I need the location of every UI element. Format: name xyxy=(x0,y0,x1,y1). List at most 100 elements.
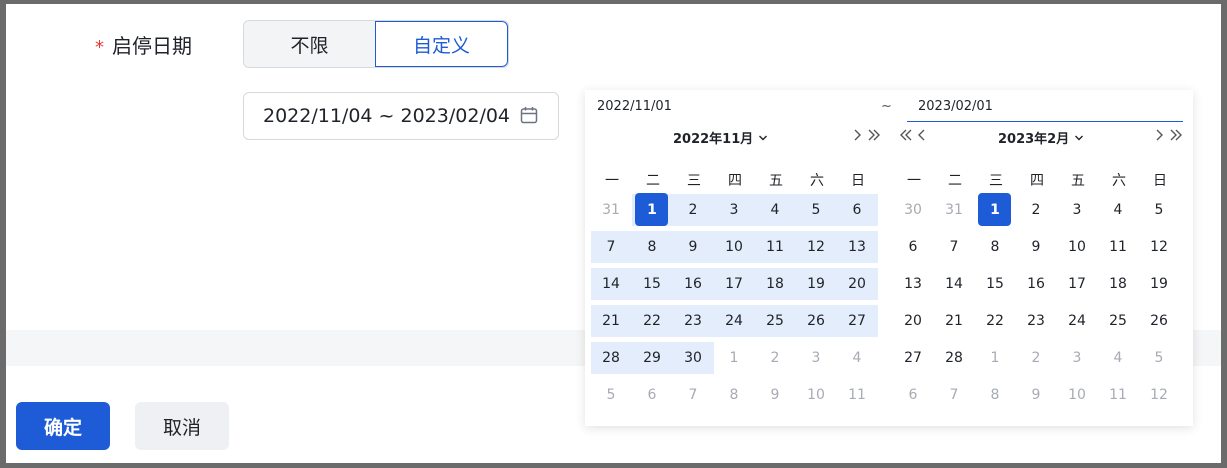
day-cell[interactable]: 6 xyxy=(635,379,669,411)
day-cell[interactable]: 2 xyxy=(1019,194,1053,226)
day-cell[interactable]: 25 xyxy=(758,305,792,337)
day-cell[interactable]: 11 xyxy=(1101,231,1135,263)
day-cell[interactable]: 12 xyxy=(1142,231,1176,263)
day-cell[interactable]: 1 xyxy=(978,194,1012,226)
day-cell[interactable]: 15 xyxy=(635,268,669,300)
left-month-title[interactable]: 2022年11月 xyxy=(673,128,768,150)
day-cell[interactable]: 7 xyxy=(937,379,971,411)
day-cell[interactable]: 27 xyxy=(840,305,874,337)
day-cell[interactable]: 19 xyxy=(799,268,833,300)
day-cell[interactable]: 8 xyxy=(635,231,669,263)
day-cell[interactable]: 2 xyxy=(1019,342,1053,374)
day-cell[interactable]: 9 xyxy=(1019,379,1053,411)
day-cell[interactable]: 7 xyxy=(676,379,710,411)
day-cell[interactable]: 3 xyxy=(1060,342,1094,374)
day-cell[interactable]: 17 xyxy=(717,268,751,300)
day-cell[interactable]: 8 xyxy=(978,231,1012,263)
day-cell[interactable]: 30 xyxy=(676,342,710,374)
double-chevron-right-icon[interactable] xyxy=(867,127,881,143)
chevron-right-icon[interactable] xyxy=(1154,127,1166,143)
day-cell[interactable]: 5 xyxy=(1142,342,1176,374)
day-cell[interactable]: 30 xyxy=(896,194,930,226)
day-cell[interactable]: 10 xyxy=(717,231,751,263)
day-cell[interactable]: 14 xyxy=(594,268,628,300)
day-cell[interactable]: 20 xyxy=(840,268,874,300)
day-cell[interactable]: 10 xyxy=(1060,379,1094,411)
double-chevron-left-icon[interactable] xyxy=(899,127,913,143)
day-cell[interactable]: 23 xyxy=(676,305,710,337)
day-cell[interactable]: 26 xyxy=(1142,305,1176,337)
day-cell[interactable]: 10 xyxy=(799,379,833,411)
day-cell[interactable]: 24 xyxy=(717,305,751,337)
day-cell[interactable]: 1 xyxy=(978,342,1012,374)
day-cell[interactable]: 6 xyxy=(896,379,930,411)
cancel-button[interactable]: 取消 xyxy=(135,402,229,450)
day-cell[interactable]: 11 xyxy=(1101,379,1135,411)
day-cell[interactable]: 4 xyxy=(1101,342,1135,374)
day-cell[interactable]: 22 xyxy=(635,305,669,337)
day-cell[interactable]: 4 xyxy=(840,342,874,374)
day-cell[interactable]: 1 xyxy=(635,194,669,226)
day-cell[interactable]: 31 xyxy=(594,194,628,226)
day-cell[interactable]: 9 xyxy=(758,379,792,411)
picker-end-input[interactable]: 2023/02/01 xyxy=(907,90,1183,122)
day-cell[interactable]: 3 xyxy=(1060,194,1094,226)
day-cell[interactable]: 5 xyxy=(1142,194,1176,226)
day-cell[interactable]: 7 xyxy=(937,231,971,263)
day-cell[interactable]: 5 xyxy=(799,194,833,226)
day-cell[interactable]: 12 xyxy=(1142,379,1176,411)
day-cell[interactable]: 15 xyxy=(978,268,1012,300)
day-cell[interactable]: 4 xyxy=(1101,194,1135,226)
day-cell[interactable]: 21 xyxy=(594,305,628,337)
day-cell[interactable]: 27 xyxy=(896,342,930,374)
day-cell[interactable]: 1 xyxy=(717,342,751,374)
day-cell[interactable]: 19 xyxy=(1142,268,1176,300)
double-chevron-right-icon[interactable] xyxy=(1169,127,1183,143)
day-cell[interactable]: 4 xyxy=(758,194,792,226)
day-cell[interactable]: 26 xyxy=(799,305,833,337)
confirm-button[interactable]: 确定 xyxy=(16,402,110,450)
day-cell[interactable]: 20 xyxy=(896,305,930,337)
day-cell[interactable]: 11 xyxy=(758,231,792,263)
day-cell[interactable]: 8 xyxy=(717,379,751,411)
day-cell[interactable]: 10 xyxy=(1060,231,1094,263)
day-cell[interactable]: 6 xyxy=(840,194,874,226)
day-cell[interactable]: 9 xyxy=(1019,231,1053,263)
day-cell[interactable]: 13 xyxy=(840,231,874,263)
day-cell[interactable]: 29 xyxy=(635,342,669,374)
day-cell[interactable]: 2 xyxy=(676,194,710,226)
day-cell[interactable]: 18 xyxy=(1101,268,1135,300)
day-cell[interactable]: 21 xyxy=(937,305,971,337)
day-cell[interactable]: 25 xyxy=(1101,305,1135,337)
day-cell[interactable]: 6 xyxy=(896,231,930,263)
day-cell[interactable]: 18 xyxy=(758,268,792,300)
day-cell[interactable]: 3 xyxy=(799,342,833,374)
day-cell[interactable]: 14 xyxy=(937,268,971,300)
date-range-input[interactable]: 2022/11/04 ~ 2023/02/04 xyxy=(243,92,559,140)
day-cell[interactable]: 8 xyxy=(978,379,1012,411)
day-cell[interactable]: 17 xyxy=(1060,268,1094,300)
day-cell[interactable]: 3 xyxy=(717,194,751,226)
day-cell[interactable]: 12 xyxy=(799,231,833,263)
day-cell[interactable]: 22 xyxy=(978,305,1012,337)
option-unlimited[interactable]: 不限 xyxy=(244,21,375,67)
day-cell[interactable]: 5 xyxy=(594,379,628,411)
picker-start-input[interactable]: 2022/11/01 xyxy=(597,99,672,114)
chevron-right-icon[interactable] xyxy=(852,127,864,143)
day-cell[interactable]: 28 xyxy=(937,342,971,374)
day-cell[interactable]: 9 xyxy=(676,231,710,263)
day-cell[interactable]: 16 xyxy=(1019,268,1053,300)
day-cell[interactable]: 28 xyxy=(594,342,628,374)
right-month-title[interactable]: 2023年2月 xyxy=(998,128,1084,150)
option-custom[interactable]: 自定义 xyxy=(375,21,508,67)
day-cell[interactable]: 13 xyxy=(896,268,930,300)
day-cell[interactable]: 2 xyxy=(758,342,792,374)
day-cell[interactable]: 16 xyxy=(676,268,710,300)
day-cell[interactable]: 7 xyxy=(594,231,628,263)
day-cell[interactable]: 31 xyxy=(937,194,971,226)
day-cell[interactable]: 11 xyxy=(840,379,874,411)
day-cell[interactable]: 23 xyxy=(1019,305,1053,337)
calendar-icon[interactable] xyxy=(520,106,538,124)
day-cell[interactable]: 24 xyxy=(1060,305,1094,337)
chevron-left-icon[interactable] xyxy=(916,127,928,143)
